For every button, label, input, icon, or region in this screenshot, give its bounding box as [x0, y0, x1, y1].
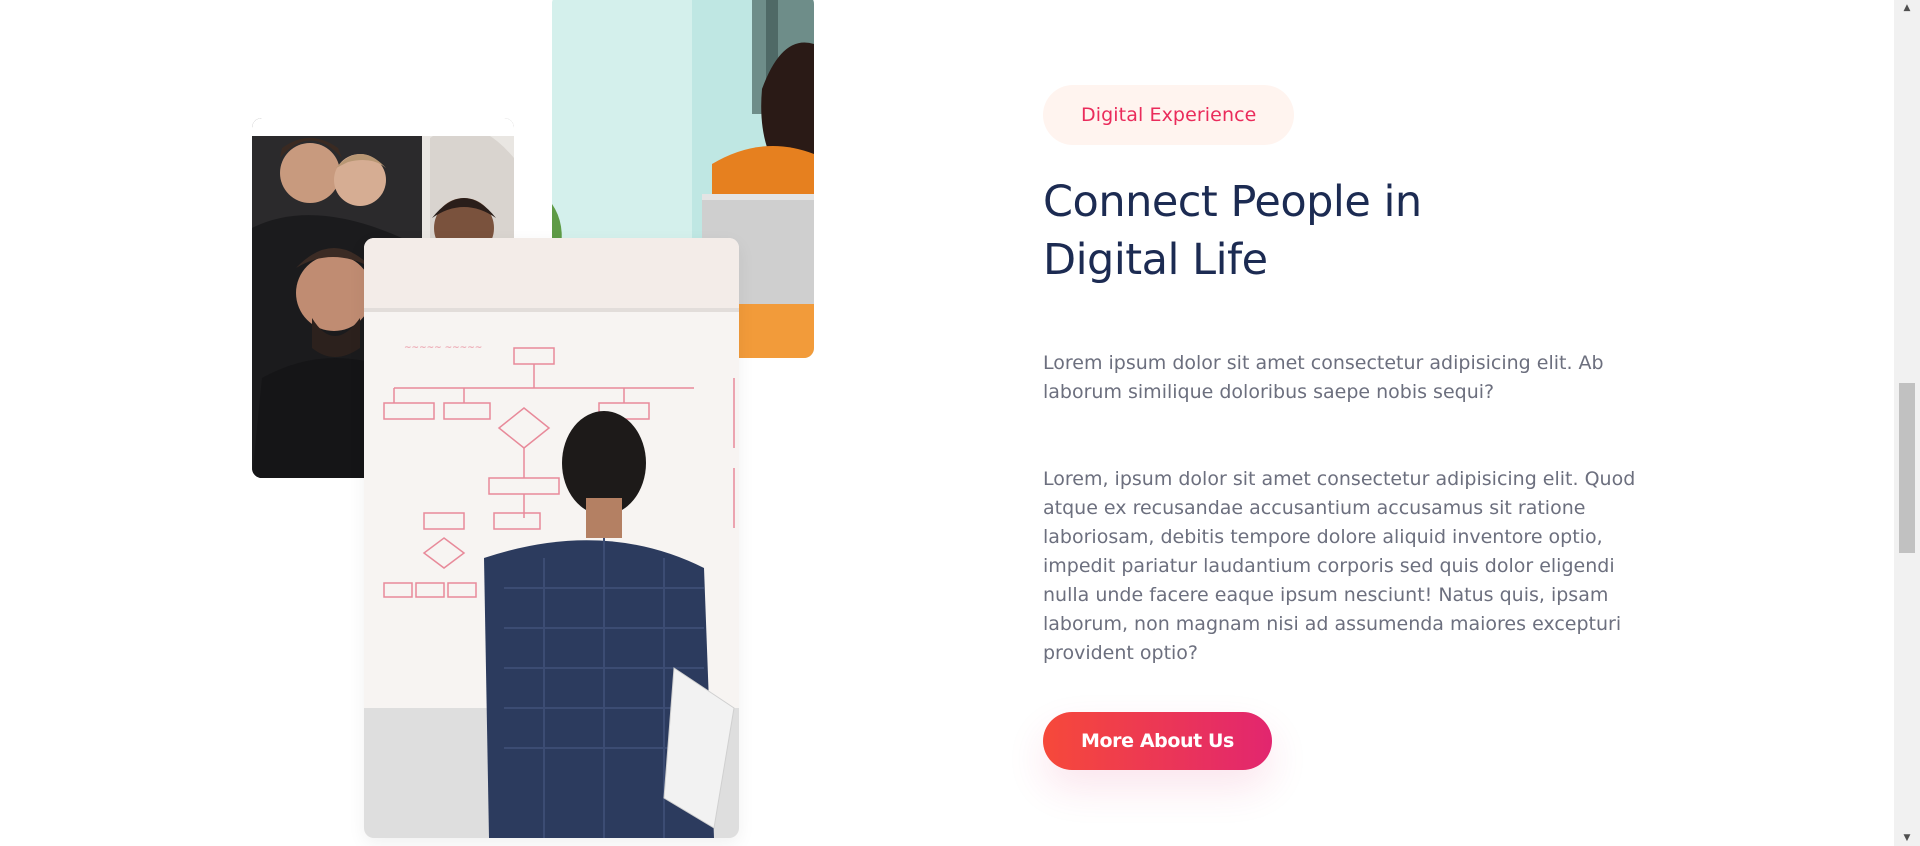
page-scrollbar[interactable]: ▲ ▼ [1894, 0, 1920, 846]
about-section: ~~~~~ ~~~~~ Digital Experience Connect P… [0, 0, 1920, 846]
scroll-down-arrow-icon[interactable]: ▼ [1894, 830, 1920, 846]
whiteboard-photo: ~~~~~ ~~~~~ [364, 238, 739, 838]
intro-paragraph: Lorem ipsum dolor sit amet consectetur a… [1043, 352, 1604, 403]
section-heading: Connect People in Digital Life [1043, 177, 1422, 285]
scroll-up-arrow-icon[interactable]: ▲ [1894, 0, 1920, 16]
svg-text:~~~~~ ~~~~~: ~~~~~ ~~~~~ [404, 343, 482, 353]
section-tag: Digital Experience [1043, 85, 1295, 145]
scrollbar-thumb[interactable] [1899, 382, 1915, 554]
about-content: Digital Experience Connect People in Dig… [1043, 85, 1643, 770]
more-about-us-button[interactable]: More About Us [1043, 712, 1272, 770]
body-paragraph: Lorem, ipsum dolor sit amet consectetur … [1043, 468, 1636, 664]
